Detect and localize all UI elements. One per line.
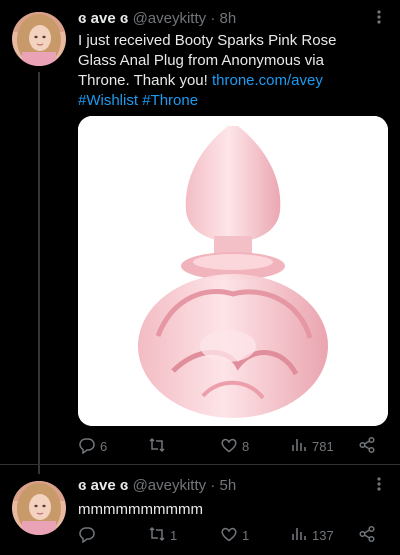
retweet-button[interactable]: 1 xyxy=(148,523,177,547)
reply-icon xyxy=(78,525,96,546)
views-button[interactable]: 781 xyxy=(290,434,334,458)
share-icon xyxy=(358,436,376,457)
like-icon xyxy=(220,525,238,546)
share-button[interactable] xyxy=(358,523,376,547)
reply-button[interactable] xyxy=(78,523,100,547)
tweet-media-image[interactable] xyxy=(78,116,388,426)
retweet-icon xyxy=(148,436,166,457)
like-count: 8 xyxy=(242,438,250,454)
display-name[interactable]: ɞ ave ɞ xyxy=(78,10,128,27)
handle[interactable]: @aveykitty xyxy=(133,477,207,494)
views-count: 137 xyxy=(312,527,334,543)
dot-separator: · xyxy=(206,477,220,494)
tweet-link[interactable]: throne.com/avey xyxy=(212,72,323,89)
views-icon xyxy=(290,436,308,457)
handle[interactable]: @aveykitty xyxy=(133,10,207,27)
like-icon xyxy=(220,436,238,457)
like-button[interactable]: 1 xyxy=(220,523,249,547)
tweet-text: mmmmmmmmmm xyxy=(78,501,203,518)
timestamp[interactable]: 8h xyxy=(220,10,237,27)
timestamp[interactable]: 5h xyxy=(220,477,237,494)
hashtag-throne[interactable]: #Throne xyxy=(142,92,198,109)
tweet-text: I just received Booty Sparks Pink Rose G… xyxy=(78,31,378,111)
like-count: 1 xyxy=(242,527,250,543)
tweet[interactable]: ɞ ave ɞ @aveykitty · 8h I just received … xyxy=(0,0,400,465)
more-icon[interactable] xyxy=(372,8,386,26)
retweet-icon xyxy=(148,525,166,546)
retweet-count: 1 xyxy=(170,527,178,543)
avatar[interactable] xyxy=(12,12,66,66)
tweet-actions: 6 8 781 xyxy=(78,434,388,458)
share-icon xyxy=(358,525,376,546)
tweet-header: ɞ ave ɞ @aveykitty · 5h xyxy=(78,477,236,495)
tweet-actions: 1 1 137 xyxy=(78,523,388,547)
tweet-header: ɞ ave ɞ @aveykitty · 8h xyxy=(78,10,236,28)
reply-count: 6 xyxy=(100,438,108,454)
more-icon[interactable] xyxy=(372,475,386,493)
views-count: 781 xyxy=(312,438,334,454)
display-name[interactable]: ɞ ave ɞ xyxy=(78,477,128,494)
retweet-button[interactable] xyxy=(148,434,170,458)
views-icon xyxy=(290,525,308,546)
reply-button[interactable]: 6 xyxy=(78,434,107,458)
views-button[interactable]: 137 xyxy=(290,523,334,547)
tweet[interactable]: ɞ ave ɞ @aveykitty · 5h mmmmmmmmmm 1 1 1… xyxy=(0,465,400,555)
share-button[interactable] xyxy=(358,434,376,458)
avatar[interactable] xyxy=(12,481,66,535)
like-button[interactable]: 8 xyxy=(220,434,249,458)
reply-icon xyxy=(78,436,96,457)
hashtag-wishlist[interactable]: #Wishlist xyxy=(78,92,138,109)
dot-separator: · xyxy=(206,10,220,27)
